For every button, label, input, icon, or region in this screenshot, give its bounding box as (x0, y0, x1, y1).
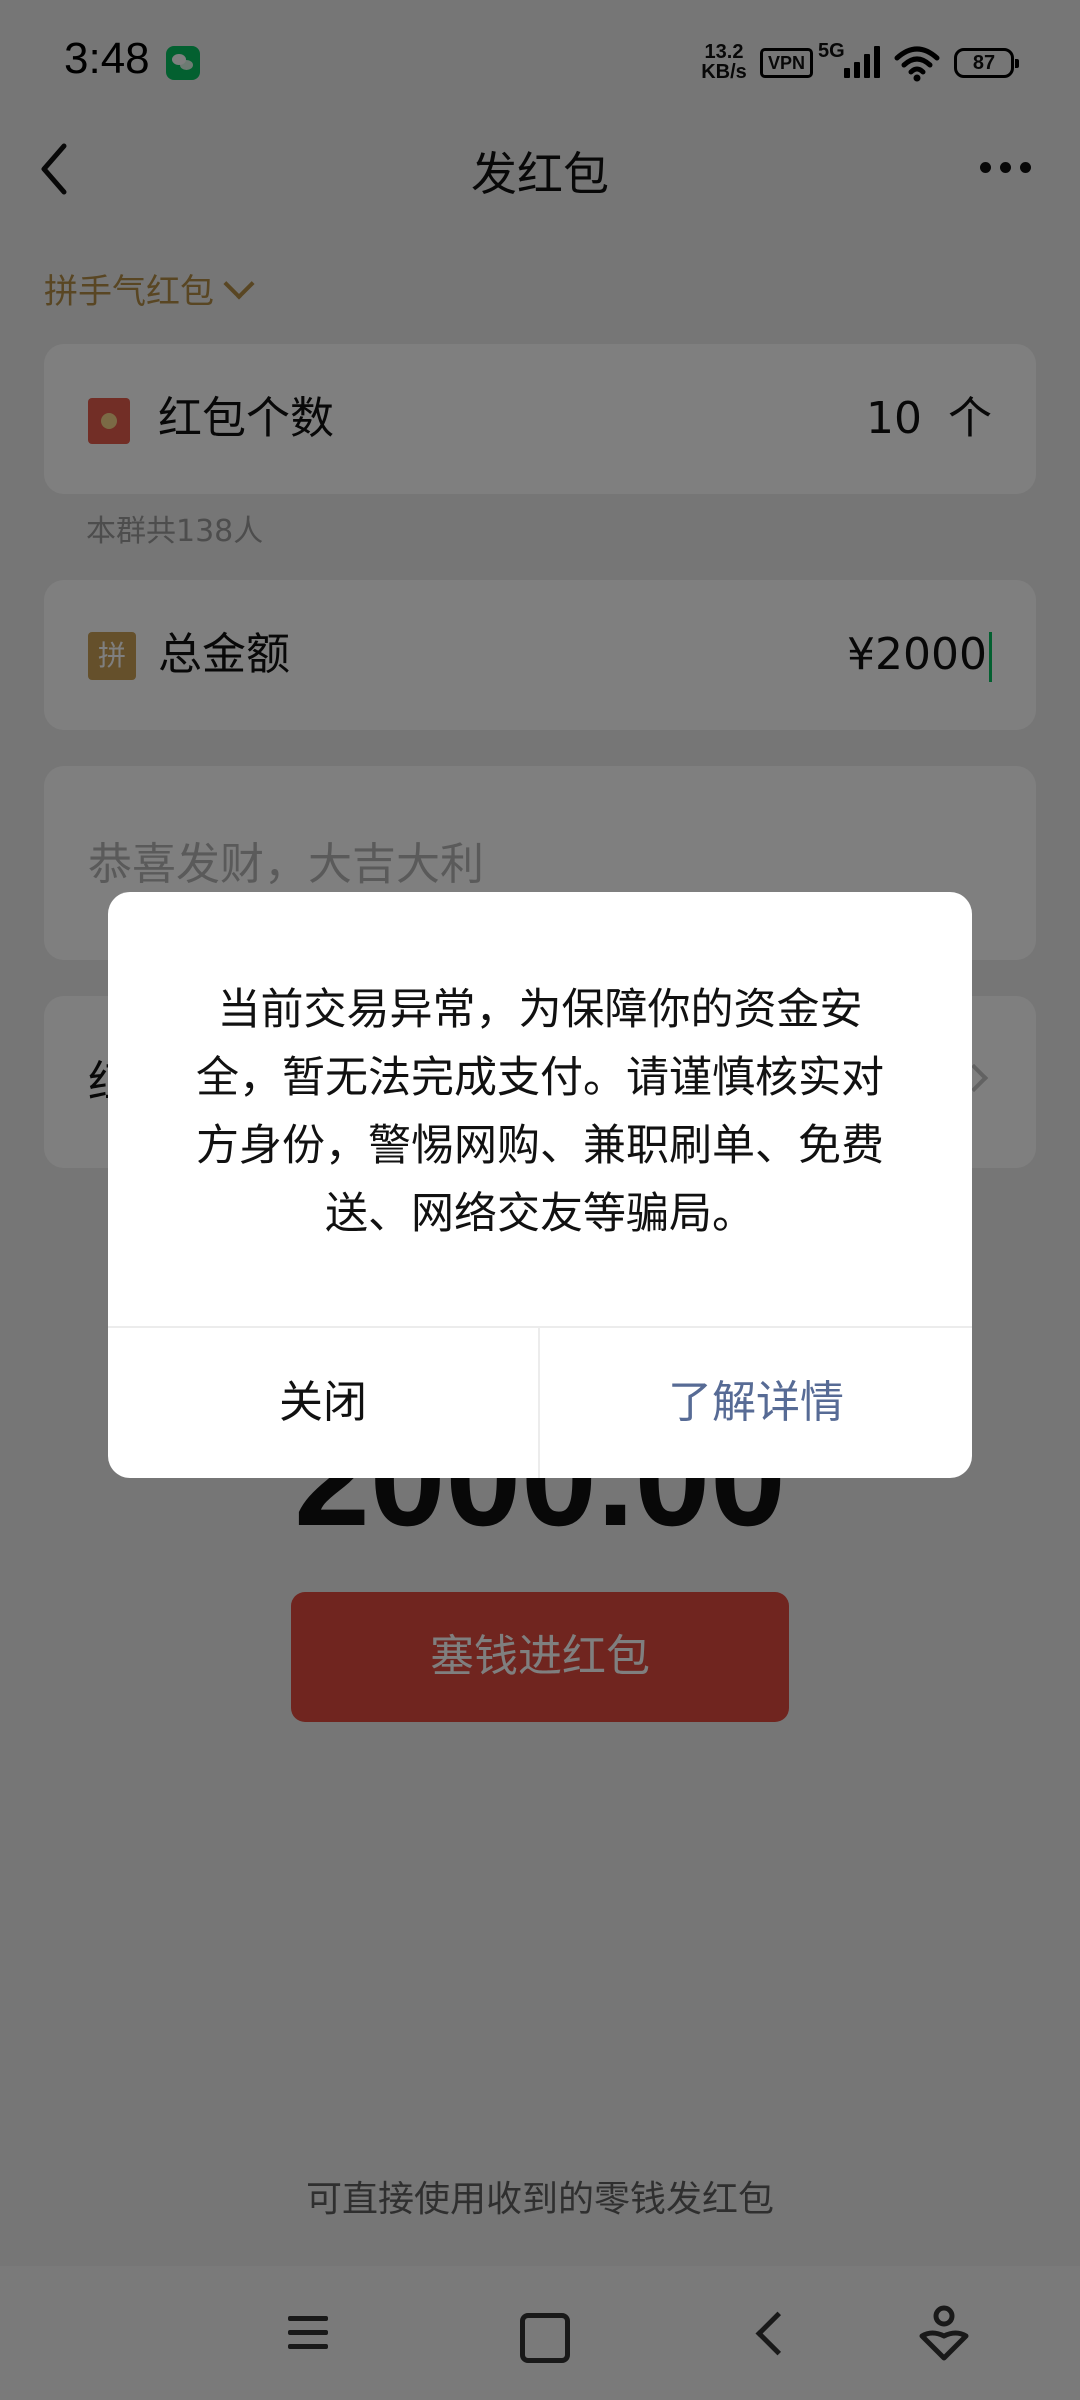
dialog-actions: 关闭 了解详情 (108, 1326, 972, 1478)
alert-dialog: 当前交易异常，为保障你的资金安全，暂无法完成支付。请谨慎核实对方身份，警惕网购、… (108, 892, 972, 1478)
dialog-message: 当前交易异常，为保障你的资金安全，暂无法完成支付。请谨慎核实对方身份，警惕网购、… (196, 985, 884, 1239)
learn-more-button[interactable]: 了解详情 (540, 1328, 972, 1478)
close-button[interactable]: 关闭 (108, 1328, 540, 1478)
